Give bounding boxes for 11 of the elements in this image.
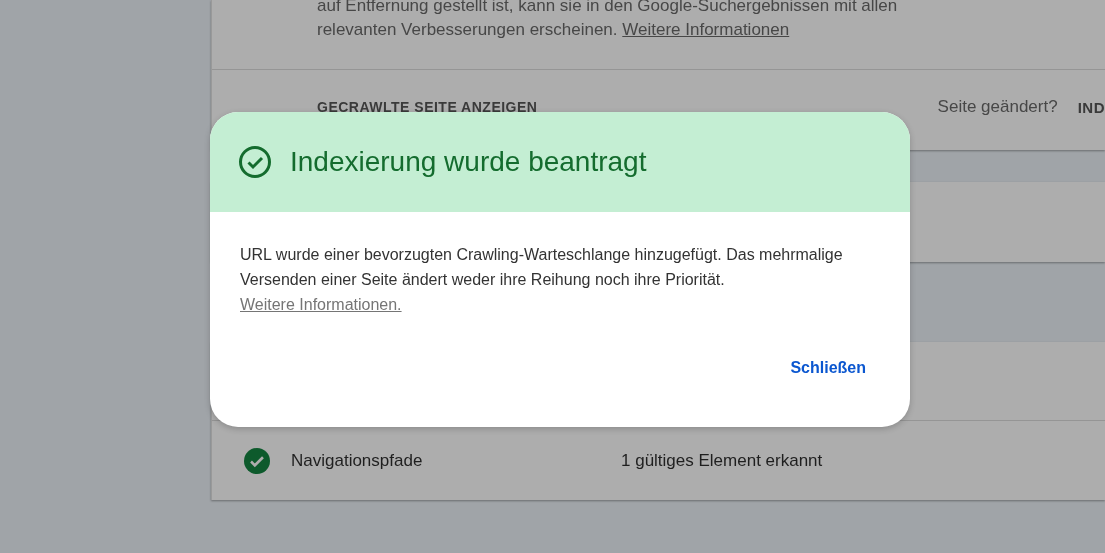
page-changed-label: Seite geändert? <box>937 97 1058 117</box>
view-crawled-page-link[interactable]: GECRAWLTE SEITE ANZEIGEN <box>317 99 538 115</box>
dialog-title: Indexierung wurde beantragt <box>290 146 647 178</box>
more-info-link[interactable]: Weitere Informationen <box>622 20 790 39</box>
enhancement-status: 1 gültiges Element erkannt <box>621 451 823 471</box>
request-indexing-button[interactable]: IND <box>1077 98 1105 116</box>
more-info-link[interactable]: Weitere Informationen. <box>240 296 402 313</box>
enhancement-name: Navigationspfade <box>291 451 424 471</box>
check-circle-icon <box>238 145 272 179</box>
close-button[interactable]: Schließen <box>776 351 880 385</box>
dialog-message: URL wurde einer bevorzugten Crawling-Warteschlange hinzugefügt. Das mehrmalige Versenden einer Seite ändert weder ihre Reihung noch ihre Priorität. Weitere Informationen. <box>240 245 844 315</box>
